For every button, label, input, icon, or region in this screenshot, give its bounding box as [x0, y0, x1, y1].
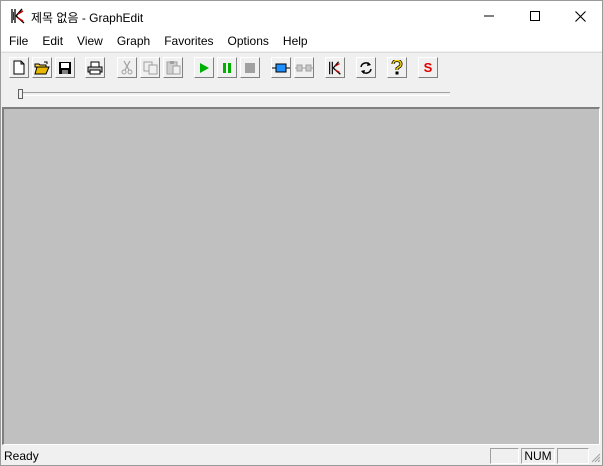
maximize-icon	[530, 11, 540, 21]
menu-view[interactable]: View	[70, 31, 110, 51]
stop-icon	[245, 62, 255, 73]
graphedit-app-icon[interactable]	[9, 7, 27, 25]
paste-icon	[166, 61, 180, 75]
close-button[interactable]	[557, 1, 602, 31]
help-button[interactable]	[387, 57, 407, 78]
paste-button[interactable]	[163, 57, 183, 78]
menu-help[interactable]: Help	[276, 31, 315, 51]
seek-thumb[interactable]	[18, 89, 23, 99]
window-title: 제목 없음 - GraphEdit	[31, 11, 144, 25]
menu-favorites[interactable]: Favorites	[157, 31, 220, 51]
copy-button[interactable]	[140, 57, 160, 78]
new-icon	[13, 60, 25, 75]
status-text: Ready	[4, 449, 39, 463]
refresh-icon	[360, 61, 372, 74]
help-icon	[391, 60, 403, 75]
print-icon	[87, 61, 103, 74]
filter-disconnect-icon	[295, 64, 313, 71]
menu-file[interactable]: File	[1, 31, 35, 51]
pause-icon	[223, 62, 231, 73]
close-icon	[574, 10, 586, 22]
open-folder-icon	[34, 61, 50, 74]
cut-icon	[121, 60, 133, 75]
graphedit-icon	[329, 60, 341, 75]
status-pane-num: NUM	[521, 448, 555, 464]
status-pane-1	[490, 448, 519, 464]
copy-icon	[143, 61, 157, 74]
status-pane-3	[557, 448, 589, 464]
disconnect-filter-button[interactable]	[294, 57, 314, 78]
refresh-button[interactable]	[356, 57, 376, 78]
play-button[interactable]	[194, 57, 214, 78]
menu-bar: File Edit View Graph Favorites Options H…	[1, 31, 602, 51]
menu-edit[interactable]: Edit	[35, 31, 70, 51]
save-button[interactable]	[55, 57, 75, 78]
cut-button[interactable]	[117, 57, 137, 78]
open-button[interactable]	[32, 57, 52, 78]
menu-options[interactable]: Options	[221, 31, 276, 51]
title-bar[interactable]: 제목 없음 - GraphEdit	[1, 1, 602, 31]
save-icon	[59, 61, 71, 74]
filter-connect-icon	[272, 63, 290, 72]
resize-grip-icon[interactable]	[590, 452, 601, 463]
filter-graph-canvas[interactable]	[2, 107, 600, 445]
new-button[interactable]	[9, 57, 29, 78]
toolbar: S	[1, 52, 602, 83]
maximize-button[interactable]	[512, 1, 558, 31]
status-bar: Ready NUM	[1, 446, 602, 465]
graphedit-window: 제목 없음 - GraphEdit File Edit View Graph F…	[0, 0, 603, 466]
menu-graph[interactable]: Graph	[110, 31, 157, 51]
minimize-button[interactable]	[466, 1, 512, 31]
stop-button[interactable]	[240, 57, 260, 78]
play-icon	[200, 62, 209, 73]
seek-icon: S	[423, 60, 433, 75]
graphedit-button[interactable]	[325, 57, 345, 78]
seek-bar[interactable]	[1, 83, 602, 107]
minimize-icon	[484, 15, 494, 17]
print-button[interactable]	[85, 57, 105, 78]
pause-button[interactable]	[217, 57, 237, 78]
seek-track[interactable]	[20, 92, 450, 96]
connect-filter-button[interactable]	[271, 57, 291, 78]
seek-button[interactable]: S	[418, 57, 438, 78]
